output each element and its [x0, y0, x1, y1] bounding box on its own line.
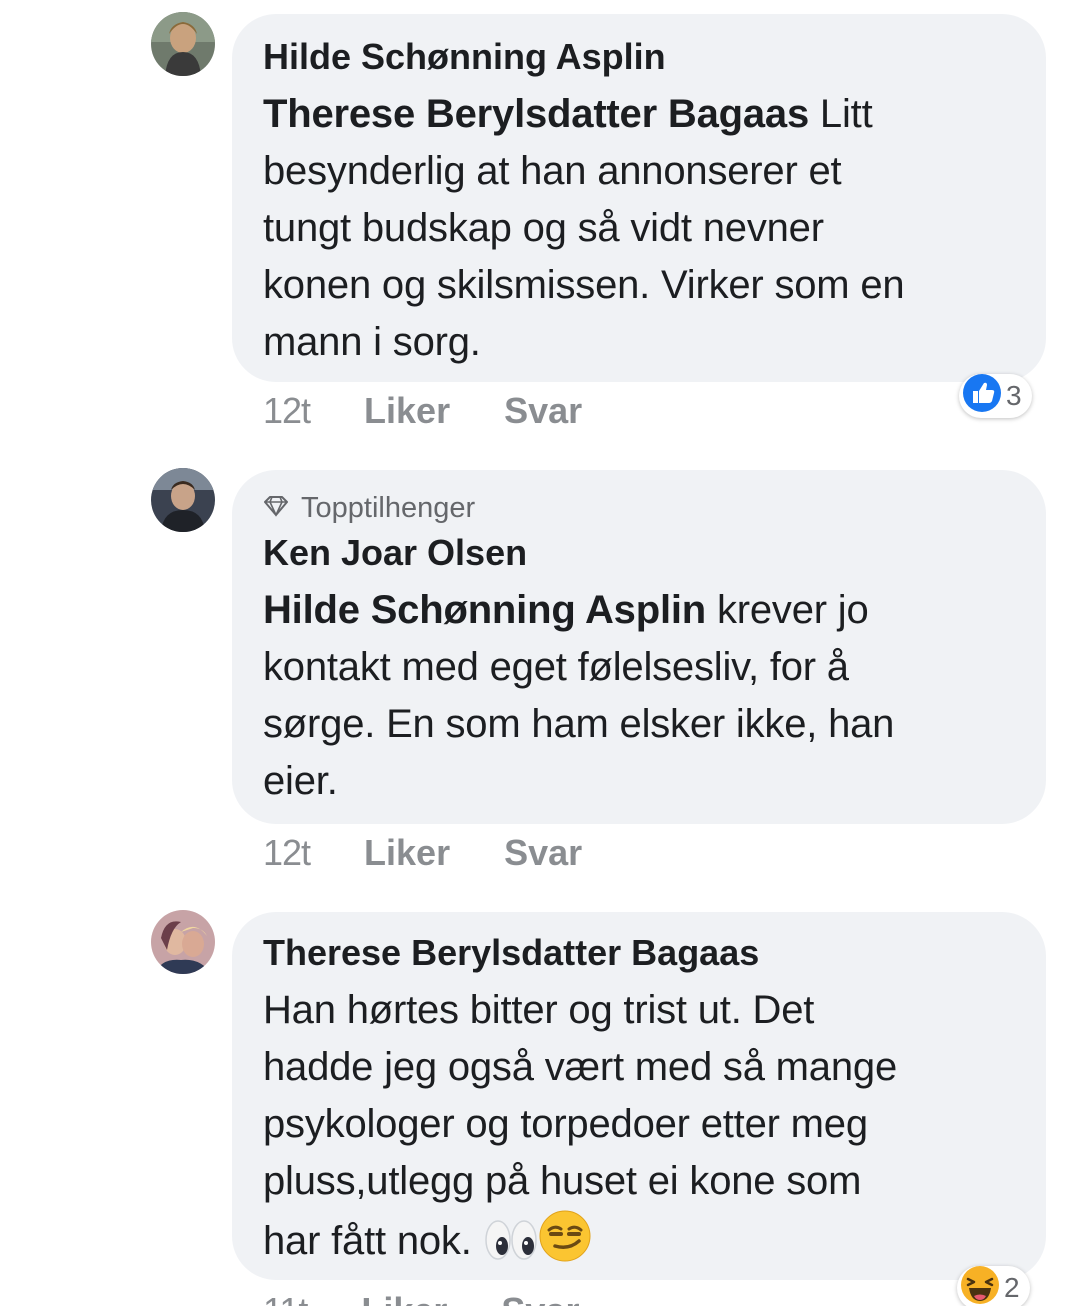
reaction-summary[interactable]: 3	[959, 373, 1032, 420]
comment-author[interactable]: Hilde Schønning Asplin	[263, 34, 1022, 80]
comment-author[interactable]: Therese Berylsdatter Bagaas	[263, 930, 1022, 976]
comment-actions: 12t Liker Svar	[263, 832, 582, 874]
comment-text-line: krever jo	[716, 588, 869, 632]
comment-timestamp[interactable]: 12t	[263, 832, 311, 874]
diamond-icon	[263, 490, 289, 526]
comment-actions: 11t Liker Svar	[263, 1290, 580, 1306]
comment-text-line: kontakt med eget følelsesliv, for å	[263, 645, 849, 689]
like-button[interactable]: Liker	[364, 390, 450, 432]
like-icon	[962, 373, 1002, 420]
reaction-count: 3	[1006, 380, 1022, 411]
comment-timestamp[interactable]: 11t	[263, 1290, 308, 1306]
comment-text: Han hørtes bitter og trist ut. Det hadde…	[263, 982, 1022, 1278]
comment-thread: Hilde Schønning Asplin Therese Berylsdat…	[0, 0, 1067, 1306]
comment-actions: 12t Liker Svar	[263, 390, 582, 432]
comment-text-line: mann i sorg.	[263, 320, 481, 364]
comment-bubble: Therese Berylsdatter Bagaas Han hørtes b…	[232, 912, 1046, 1280]
reaction-count: 2	[1004, 1272, 1020, 1303]
smirk-face-icon	[539, 1210, 591, 1278]
comment-text: Therese Berylsdatter Bagaas Litt besynde…	[263, 86, 1022, 371]
comment-text-line: besynderlig at han annonserer et	[263, 149, 842, 193]
top-fan-badge: Topptilhenger	[263, 490, 1022, 526]
comment-timestamp[interactable]: 12t	[263, 390, 311, 432]
avatar[interactable]	[151, 468, 215, 532]
avatar[interactable]	[151, 12, 215, 76]
comment-bubble: Topptilhenger Ken Joar Olsen Hilde Schøn…	[232, 470, 1046, 824]
laughing-face-icon	[960, 1265, 1000, 1306]
like-button[interactable]: Liker	[361, 1290, 447, 1306]
badge-label: Topptilhenger	[301, 492, 476, 524]
eyes-icon	[483, 1218, 539, 1278]
comment-text-line: tungt budskap og så vidt nevner	[263, 206, 824, 250]
comment-text-line: konen og skilsmissen. Virker som en	[263, 263, 905, 307]
like-button[interactable]: Liker	[364, 832, 450, 874]
reply-button[interactable]: Svar	[504, 390, 582, 432]
comment-text-line: eier.	[263, 759, 338, 803]
comment-text-line: psykologer og torpedoer etter meg	[263, 1102, 868, 1146]
comment-author[interactable]: Ken Joar Olsen	[263, 530, 1022, 576]
comment-text: Hilde Schønning Asplin krever jo kontakt…	[263, 582, 1022, 810]
reply-button[interactable]: Svar	[504, 832, 582, 874]
avatar[interactable]	[151, 910, 215, 974]
reply-button[interactable]: Svar	[501, 1290, 579, 1306]
reaction-summary[interactable]: 2	[957, 1265, 1030, 1306]
comment-text-line: pluss,utlegg på huset ei kone som	[263, 1159, 862, 1203]
comment-text-line: har fått nok.	[263, 1219, 472, 1263]
comment-text-line: hadde jeg også vært med så mange	[263, 1045, 897, 1089]
comment-text-line: sørge. En som ham elsker ikke, han	[263, 702, 895, 746]
comment-bubble: Hilde Schønning Asplin Therese Berylsdat…	[232, 14, 1046, 382]
mention-link[interactable]: Therese Berylsdatter Bagaas	[263, 92, 809, 136]
comment-text-line: Litt	[819, 92, 873, 136]
mention-link[interactable]: Hilde Schønning Asplin	[263, 588, 706, 632]
comment-text-line: Han hørtes bitter og trist ut. Det	[263, 988, 815, 1032]
